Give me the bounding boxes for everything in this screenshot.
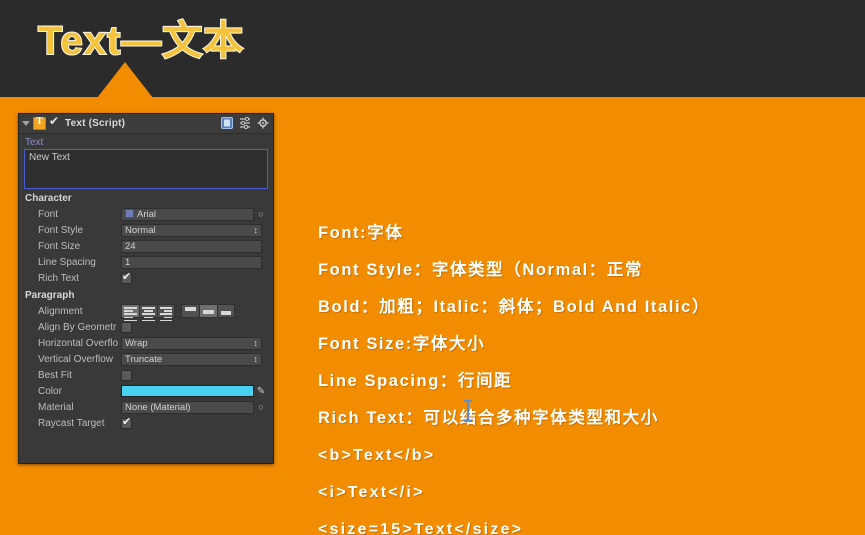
character-section-label: Character [25,193,72,204]
align-top-icon[interactable] [181,304,199,318]
text-component-icon [33,116,46,130]
row-font-style: Font Style Normal [24,222,268,238]
content-line: Bold：加粗；Italic：斜体；Bold And Italic） [318,298,711,316]
row-label-best-fit: Best Fit [38,369,72,381]
font-size-input[interactable]: 24 [121,239,262,253]
align-middle-icon[interactable] [199,304,217,318]
row-label-font: Font [38,208,59,220]
inspector-body: Text New Text Character Font Arial Font … [19,134,273,431]
align-right-icon[interactable] [157,304,175,322]
font-style-dropdown[interactable]: Normal [121,223,262,237]
slide-header-band: Text—文本 [0,0,865,98]
row-color: Color ✎ [24,383,268,399]
row-label-horizontal-overflow: Horizontal Overflo [38,337,119,349]
slide-body: Text (Script) [0,97,865,535]
content-line: <size=15>Text</size> [318,521,524,535]
row-line-spacing: Line Spacing 1 [24,254,268,270]
row-font-size: Font Size 24 [24,238,268,254]
component-enabled-checkbox[interactable] [49,114,61,129]
eyedropper-icon[interactable]: ✎ [254,386,268,397]
row-horizontal-overflow: Horizontal Overflo Wrap [24,335,268,351]
horizontal-alignment-group [121,304,175,322]
row-font: Font Arial [24,206,268,222]
content-line: Line Spacing：行间距 [318,372,513,390]
content-line: Font Size:字体大小 [318,335,486,353]
content-line: Font:字体 [318,224,404,242]
page-title: Text—文本 [37,18,245,64]
row-material: Material None (Material) [24,399,268,415]
line-spacing-input[interactable]: 1 [121,255,262,269]
inspector-header-icons [221,117,269,129]
content-line: <i>Text</i> [318,484,425,501]
raycast-target-checkbox[interactable] [121,415,132,429]
row-label-align-by-geometry: Align By Geometr [38,321,117,333]
row-label-font-size: Font Size [38,240,81,252]
row-label-color: Color [38,385,62,397]
preset-icon[interactable] [239,117,251,129]
align-bottom-icon[interactable] [217,304,235,318]
paragraph-section-label: Paragraph [25,290,75,301]
inspector-component-header[interactable]: Text (Script) [19,114,273,134]
content-line: Rich Text：可以结合多种字体类型和大小 [318,409,659,427]
text-cursor-icon [464,400,472,422]
text-input-area[interactable]: New Text [24,149,268,189]
font-value: Arial [137,208,157,220]
row-raycast-target: Raycast Target [24,415,268,431]
row-label-vertical-overflow: Vertical Overflow [38,353,114,365]
row-best-fit: Best Fit [24,367,268,383]
row-label-font-style: Font Style [38,224,84,236]
row-alignment: Alignment [24,303,268,322]
slide-screenshot: Text—文本 Text (Script) [0,0,865,535]
unity-inspector-panel: Text (Script) [18,113,274,464]
title-pointer-triangle-icon [97,62,153,98]
font-asset-icon [125,208,134,218]
content-text-block: Font:字体 Font Style：字体类型（Normal：正常 Bold：加… [318,215,858,535]
help-book-icon[interactable] [221,117,233,129]
align-by-geometry-checkbox[interactable] [121,321,132,333]
vertical-alignment-group [181,304,235,318]
align-center-icon[interactable] [139,304,157,322]
row-vertical-overflow: Vertical Overflow Truncate [24,351,268,367]
content-line: <b>Text</b> [318,447,436,464]
rich-text-checkbox[interactable] [121,270,132,284]
vertical-overflow-dropdown[interactable]: Truncate [121,352,262,366]
material-object-field[interactable]: None (Material) [121,400,254,414]
material-object-picker-icon[interactable] [254,402,268,412]
best-fit-checkbox[interactable] [121,369,132,381]
color-swatch[interactable] [121,385,254,397]
gear-icon[interactable] [257,117,269,129]
inspector-title: Text (Script) [65,118,126,129]
text-property-label: Text [25,137,44,148]
foldout-arrow-icon[interactable] [22,121,30,126]
horizontal-overflow-dropdown[interactable]: Wrap [121,336,262,350]
row-align-by-geometry: Align By Geometr [24,319,268,335]
font-object-field[interactable]: Arial [121,207,254,221]
row-label-alignment: Alignment [38,305,83,317]
content-line: Font Style：字体类型（Normal：正常 [318,261,644,279]
row-rich-text: Rich Text [24,270,268,286]
row-label-raycast-target: Raycast Target [38,417,105,429]
row-label-rich-text: Rich Text [38,272,79,284]
row-label-material: Material [38,401,74,413]
font-object-picker-icon[interactable] [254,209,268,219]
align-left-icon[interactable] [121,304,139,322]
row-label-line-spacing: Line Spacing [38,256,96,268]
